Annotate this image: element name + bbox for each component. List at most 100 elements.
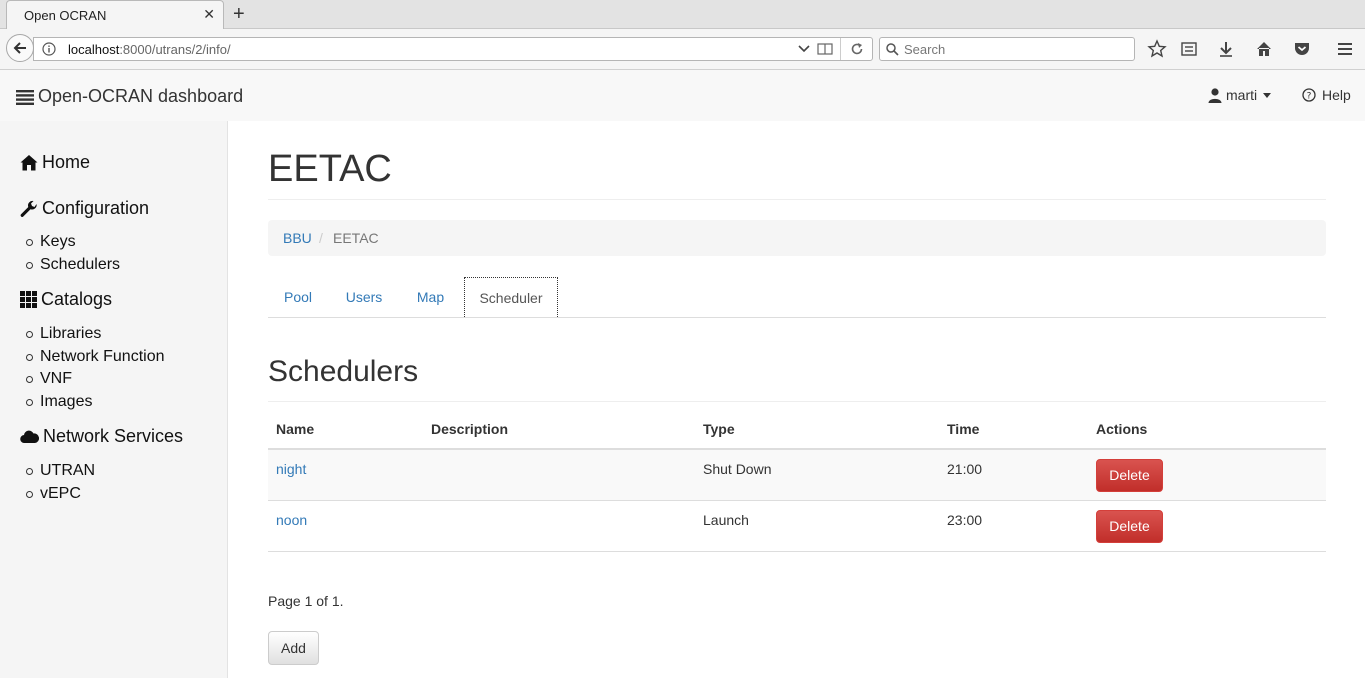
help-label: Help: [1322, 87, 1351, 103]
user-icon: [1208, 87, 1222, 103]
pocket-icon[interactable]: [1292, 39, 1312, 59]
sidebar-item-utran[interactable]: UTRAN: [26, 462, 95, 480]
scheduler-time: 21:00: [947, 461, 983, 477]
column-header-description[interactable]: Description: [431, 421, 508, 437]
sidebar-item-keys[interactable]: Keys: [26, 233, 76, 251]
search-icon: [886, 43, 899, 56]
column-header-actions: Actions: [1096, 421, 1148, 437]
sidebar-home-label: Home: [42, 152, 91, 172]
sidebar-item-catalogs[interactable]: Catalogs: [20, 289, 112, 310]
sidebar-item-home[interactable]: Home: [20, 152, 90, 173]
tab-pool[interactable]: Pool: [268, 277, 328, 317]
sidebar-item-vnf[interactable]: VNF: [26, 370, 72, 388]
bullet-icon: [26, 261, 33, 269]
back-button[interactable]: [6, 34, 34, 62]
brand-title: Open-OCRAN dashboard: [38, 86, 244, 106]
sidebar-item-configuration[interactable]: Configuration: [20, 198, 149, 219]
column-header-type[interactable]: Type: [703, 421, 735, 437]
sidebar-vnf-label: VNF: [40, 370, 72, 387]
bullet-icon: [26, 490, 33, 498]
sidebar-keys-label: Keys: [40, 233, 76, 250]
tab-users[interactable]: Users: [331, 277, 397, 317]
delete-button[interactable]: Delete: [1096, 459, 1163, 492]
url-text[interactable]: localhost:8000/utrans/2/info/: [68, 42, 231, 57]
divider: [268, 199, 1326, 200]
sidebar-libraries-label: Libraries: [40, 325, 102, 342]
browser-tab-title: Open OCRAN: [24, 8, 107, 23]
scheduler-type: Launch: [703, 512, 749, 528]
app-header: Open-OCRAN dashboard marti ? Help: [0, 70, 1365, 121]
scheduler-type: Shut Down: [703, 461, 772, 477]
bullet-icon: [26, 467, 33, 475]
url-path: :8000/utrans/2/info/: [119, 42, 231, 57]
info-icon[interactable]: [42, 42, 56, 56]
delete-button[interactable]: Delete: [1096, 510, 1163, 543]
help-link[interactable]: ? Help: [1302, 87, 1351, 103]
sidebar-network-function-label: Network Function: [40, 348, 165, 365]
breadcrumb: BBU / EETAC: [268, 220, 1326, 256]
list-icon: [16, 89, 34, 105]
sidebar-item-network-function[interactable]: Network Function: [26, 348, 165, 366]
sidebar-item-libraries[interactable]: Libraries: [26, 325, 101, 343]
pagination-text: Page 1 of 1.: [268, 593, 344, 609]
sidebar-schedulers-label: Schedulers: [40, 256, 121, 273]
dropdown-arrow-icon[interactable]: [798, 44, 810, 54]
sidebar-network-services-label: Network Services: [43, 426, 184, 446]
url-host: localhost: [68, 42, 120, 57]
browser-tabbar: Open OCRAN ✕ +: [0, 0, 1365, 29]
scheduler-name-link[interactable]: night: [276, 461, 306, 477]
home-browser-icon[interactable]: [1254, 39, 1274, 59]
sidebar-catalogs-label: Catalogs: [41, 289, 113, 309]
bullet-icon: [26, 375, 33, 383]
section-title: Schedulers: [268, 355, 419, 388]
tab-map[interactable]: Map: [401, 277, 460, 317]
new-tab-icon[interactable]: +: [233, 3, 245, 25]
sidebar-images-label: Images: [40, 393, 93, 410]
column-header-time[interactable]: Time: [947, 421, 979, 437]
back-arrow-icon: [13, 42, 26, 54]
url-bar[interactable]: localhost:8000/utrans/2/info/: [33, 37, 873, 61]
browser-tab[interactable]: Open OCRAN ✕: [6, 0, 224, 29]
sidebar: Home Configuration Keys Schedulers Catal…: [0, 121, 228, 678]
scheduler-time: 23:00: [947, 512, 983, 528]
cloud-icon: [20, 430, 39, 443]
table-row: noon Launch 23:00 Delete: [268, 501, 1326, 552]
hamburger-menu-icon[interactable]: [1335, 39, 1355, 59]
question-circle-icon: ?: [1302, 88, 1316, 102]
brand-link[interactable]: Open-OCRAN dashboard: [16, 86, 243, 107]
bullet-icon: [26, 398, 33, 406]
reload-icon[interactable]: [850, 42, 864, 56]
tab-scheduler[interactable]: Scheduler: [464, 277, 558, 317]
search-bar[interactable]: Search: [879, 37, 1135, 61]
close-tab-icon[interactable]: ✕: [203, 7, 215, 21]
breadcrumb-current: EETAC: [333, 230, 379, 246]
user-name: marti: [1226, 87, 1258, 103]
wrench-icon: [20, 200, 37, 217]
breadcrumb-parent-link[interactable]: BBU: [283, 230, 312, 246]
sidebar-vepc-label: vEPC: [40, 485, 81, 502]
sidebar-utran-label: UTRAN: [40, 462, 96, 479]
search-placeholder: Search: [904, 42, 946, 57]
bullet-icon: [26, 330, 33, 338]
divider: [268, 401, 1326, 402]
grid-icon: [20, 291, 37, 308]
download-icon[interactable]: [1216, 39, 1236, 59]
user-dropdown[interactable]: marti: [1208, 87, 1272, 103]
scheduler-name-link[interactable]: noon: [276, 512, 307, 528]
add-button[interactable]: Add: [268, 631, 319, 665]
sidebar-item-images[interactable]: Images: [26, 393, 92, 411]
table-row: night Shut Down 21:00 Delete: [268, 450, 1326, 501]
sidebar-item-schedulers[interactable]: Schedulers: [26, 256, 120, 274]
reader-view-icon[interactable]: [817, 42, 833, 56]
bookmark-star-icon[interactable]: [1147, 39, 1167, 59]
bullet-icon: [26, 353, 33, 361]
sidebar-item-network-services[interactable]: Network Services: [20, 426, 183, 447]
breadcrumb-separator: /: [319, 230, 323, 246]
caret-down-icon: [1263, 92, 1272, 98]
bookmarks-list-icon[interactable]: [1179, 39, 1199, 59]
column-header-name[interactable]: Name: [276, 421, 314, 437]
home-icon: [20, 155, 38, 171]
sidebar-item-vepc[interactable]: vEPC: [26, 485, 81, 503]
bullet-icon: [26, 238, 33, 246]
browser-navbar: localhost:8000/utrans/2/info/ Search: [0, 29, 1365, 70]
